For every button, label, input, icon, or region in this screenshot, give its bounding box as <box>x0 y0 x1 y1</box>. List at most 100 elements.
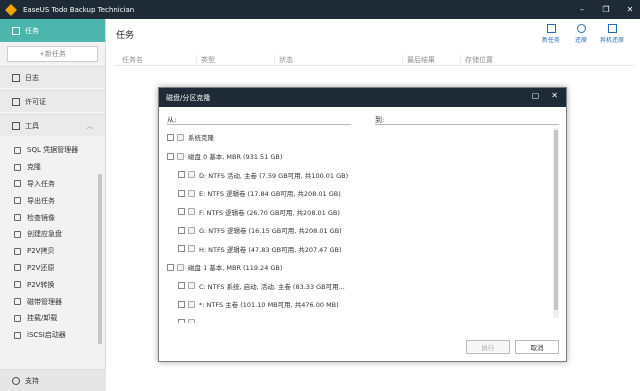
checkbox[interactable] <box>178 226 185 234</box>
tool-item-p2v-convert[interactable]: P2V转换 <box>0 276 105 293</box>
new-task-icon <box>546 24 556 33</box>
check-image-icon <box>14 214 21 222</box>
log-icon <box>12 73 20 82</box>
tree-item-label: F: NTFS 逻辑卷 (26.70 GB可用, 共208.01 GB) <box>199 208 340 217</box>
tool-label: 导入任务 <box>27 179 55 188</box>
tree-item-disk-0[interactable]: 磁盘 0 基本, MBR (931.51 GB) <box>167 150 282 162</box>
tool-label: 检查镜像 <box>27 213 55 222</box>
chevron-up-icon: ︿ <box>86 121 93 130</box>
mount-icon <box>14 314 21 322</box>
sidebar-item-label: 许可证 <box>25 97 46 106</box>
sidebar-item-license[interactable]: 许可证 <box>0 90 105 112</box>
tool-label: 创建应急盘 <box>27 230 62 239</box>
tool-item-mount-unmount[interactable]: 挂载/卸载 <box>0 310 105 327</box>
tool-item-tape-manager[interactable]: 磁带管理器 <box>0 293 105 310</box>
checkbox[interactable] <box>167 133 174 141</box>
tree-item-label: D: NTFS 活动, 主卷 (7.59 GB可用, 共100.01 GB) <box>199 171 349 180</box>
system-icon <box>177 133 184 141</box>
tool-item-check-image[interactable]: 检查镜像 <box>0 209 105 226</box>
close-icon[interactable]: ✕ <box>551 91 558 100</box>
sidebar-item-label: 工具 <box>25 121 39 130</box>
tree-item-disk-1[interactable]: 磁盘 1 基本, MBR (119.24 GB) <box>167 261 282 273</box>
partition-icon <box>188 245 195 252</box>
close-icon[interactable]: ✕ <box>624 5 636 14</box>
tool-label: 挂载/卸载 <box>27 314 58 323</box>
disk-icon <box>14 230 21 238</box>
p2v-copy-icon <box>14 247 21 255</box>
tree-item-label: G: NTFS 逻辑卷 (16.15 GB可用, 共208.01 GB) <box>199 227 342 235</box>
tool-item-clone[interactable]: 克隆 <box>0 159 105 176</box>
partition-icon <box>188 300 195 308</box>
tool-item-import-task[interactable]: 导入任务 <box>0 176 105 193</box>
checkbox[interactable] <box>167 263 174 271</box>
tree-item-partition-f[interactable]: F: NTFS 逻辑卷 (26.70 GB可用, 共208.01 GB) <box>178 206 340 218</box>
app-logo-icon <box>5 3 17 16</box>
tree-item-partition-e[interactable]: E: NTFS 逻辑卷 (17.84 GB可用, 共208.01 GB) <box>178 187 341 199</box>
toolbar-label: 新任务 <box>542 37 561 44</box>
checkbox[interactable] <box>178 245 185 252</box>
partition-icon <box>188 282 195 289</box>
checkbox[interactable] <box>178 171 185 178</box>
tool-item-create-emergency-disk[interactable]: 创建应急盘 <box>0 226 105 243</box>
execute-button[interactable]: 执行 <box>466 340 510 354</box>
disk-icon <box>177 263 184 271</box>
cancel-button[interactable]: 取消 <box>515 340 559 354</box>
tree-item-partition-g[interactable]: G: NTFS 逻辑卷 (16.15 GB可用, 共208.01 GB) <box>178 224 342 236</box>
checkbox[interactable] <box>167 152 174 160</box>
dialog-title: 磁盘/分区克隆 <box>166 93 211 102</box>
checkbox[interactable] <box>178 189 185 197</box>
sidebar-scrollbar[interactable] <box>98 174 102 344</box>
restore-toolbar-button[interactable]: 还原 <box>575 24 587 44</box>
tool-item-export-task[interactable]: 导出任务 <box>0 192 105 209</box>
tools-list: SQL 凭据管理器 克隆 导入任务 导出任务 检查镜像 创建应急盘 P2V拷贝 … <box>0 136 105 344</box>
tool-item-iscsi-initiator[interactable]: iSCSI启动器 <box>0 327 105 344</box>
heterogeneous-restore-toolbar-button[interactable]: 异机还原 <box>600 24 624 44</box>
new-task-toolbar-button[interactable]: 新任务 <box>542 24 560 44</box>
tree-item-label: *: NTFS 主卷 (101.10 MB可用, 共476.00 MB) <box>199 301 339 309</box>
scrollbar-thumb[interactable] <box>554 130 558 310</box>
tool-item-p2v-copy[interactable]: P2V拷贝 <box>0 243 105 260</box>
tree-item-partition-star[interactable]: *: NTFS 主卷 (101.10 MB可用, 共476.00 MB) <box>178 298 339 310</box>
tool-label: P2V转换 <box>27 280 55 289</box>
export-icon <box>14 197 21 205</box>
partition-icon <box>188 318 195 323</box>
checkbox[interactable] <box>178 318 185 323</box>
minimize-icon[interactable]: – <box>576 5 588 14</box>
clone-icon <box>14 163 21 171</box>
tree-item-partial[interactable] <box>178 316 199 323</box>
window-controls: – ❐ ✕ <box>576 0 636 19</box>
disk-icon <box>177 152 184 160</box>
sidebar-item-support[interactable]: 支持 <box>0 369 106 391</box>
toolbar-label: 异机还原 <box>600 37 625 44</box>
partition-icon <box>188 208 195 215</box>
tree-item-label: C: NTFS 系统, 启动, 活动, 主卷 (83.33 GB可用... <box>199 282 345 291</box>
app-title: EaseUS Todo Backup Technician <box>23 5 135 14</box>
tree-item-label: E: NTFS 逻辑卷 (17.84 GB可用, 共208.01 GB) <box>199 190 341 198</box>
tree-item-system-clone[interactable]: 系统克隆 <box>167 131 214 143</box>
checkbox[interactable] <box>178 282 185 289</box>
support-icon <box>12 376 20 385</box>
tool-item-sql-credentials[interactable]: SQL 凭据管理器 <box>0 142 105 159</box>
tree-item-partition-h[interactable]: H: NTFS 逻辑卷 (47.83 GB可用, 共207.47 GB) <box>178 243 342 255</box>
dialog-scrollbar[interactable] <box>553 128 559 318</box>
dialog-controls: ▢ ✕ <box>532 91 558 100</box>
import-icon <box>14 180 21 188</box>
tool-item-p2v-restore[interactable]: P2V还原 <box>0 260 105 277</box>
tool-label: 导出任务 <box>27 196 55 205</box>
disk-partition-clone-dialog: 磁盘/分区克隆 ▢ ✕ 从: 到: 系统克隆 磁盘 0 基本, MBR (931… <box>158 87 567 362</box>
task-icon <box>12 26 20 35</box>
sidebar-item-task[interactable]: 任务 <box>0 19 105 42</box>
new-task-button[interactable]: +新任务 <box>7 46 98 62</box>
sidebar-item-log[interactable]: 日志 <box>0 66 105 88</box>
download-icon <box>607 24 617 33</box>
tree-item-partition-c[interactable]: C: NTFS 系统, 启动, 活动, 主卷 (83.33 GB可用... <box>178 280 345 292</box>
sidebar-item-tools[interactable]: 工具 ︿ <box>0 114 105 136</box>
page-title: 任务 <box>116 31 135 41</box>
target-divider <box>375 124 559 125</box>
maximize-icon[interactable]: ▢ <box>532 91 540 100</box>
restore-icon[interactable]: ❐ <box>600 5 612 14</box>
tree-item-partition-d[interactable]: D: NTFS 活动, 主卷 (7.59 GB可用, 共100.01 GB) <box>178 169 348 181</box>
source-divider <box>167 124 351 125</box>
checkbox[interactable] <box>178 300 185 308</box>
checkbox[interactable] <box>178 208 185 215</box>
